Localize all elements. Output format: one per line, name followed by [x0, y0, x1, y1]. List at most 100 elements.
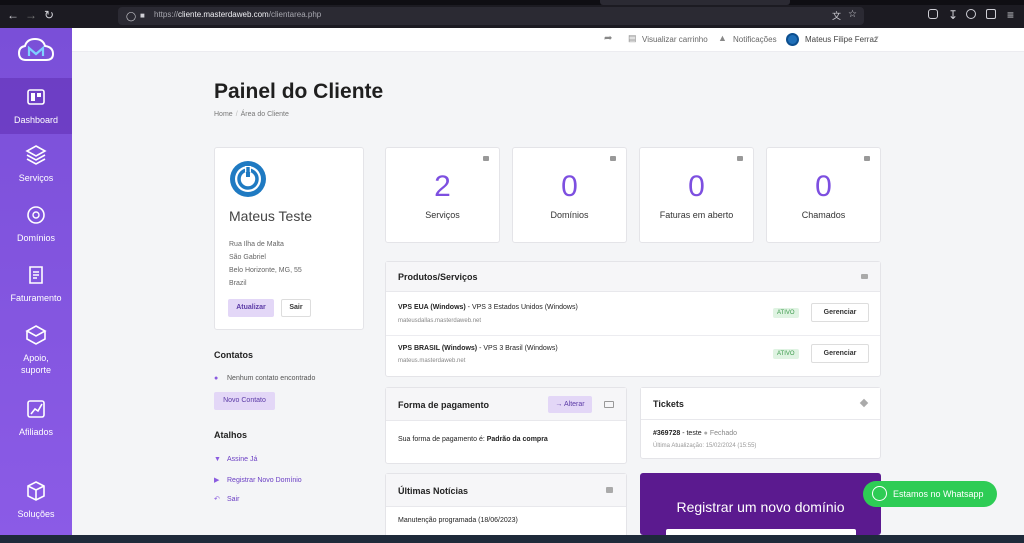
whatsapp-label: Estamos no Whatsapp — [893, 489, 984, 499]
menu-icon[interactable]: ≡ — [1007, 9, 1014, 21]
new-contact-button[interactable]: Novo Contato — [214, 392, 275, 410]
shortcut-logout[interactable]: ↶ Sair — [214, 495, 239, 503]
sidebar-item-label: Dashboard — [13, 115, 59, 125]
stat-domains[interactable]: 0 Domínios — [512, 147, 627, 243]
dashboard-icon — [27, 89, 45, 105]
address-line: Rua Ilha de Malta — [229, 241, 284, 248]
invoice-icon — [29, 266, 43, 284]
sidebar-item-solucoes[interactable]: Soluções — [0, 480, 72, 530]
reload-icon[interactable]: ↻ — [44, 9, 54, 21]
sidebar-item-dominios[interactable]: Domínios — [0, 204, 72, 254]
payment-method-text: Sua forma de pagamento é: Padrão da comp… — [398, 436, 548, 443]
user-menu[interactable]: Mateus Filipe Ferraz — [805, 35, 878, 44]
box-icon — [25, 145, 47, 165]
divider — [386, 335, 880, 336]
url-text[interactable]: https://cliente.masterdaweb.com/clientar… — [154, 10, 321, 19]
browser-chrome: ← → ↻ ◯ ■ https://cliente.masterdaweb.co… — [0, 0, 1024, 28]
bell-icon: ▲ — [718, 33, 727, 43]
stat-label: Serviços — [425, 210, 460, 220]
service-domain: mateusdallas.masterdaweb.net — [398, 318, 482, 324]
status-badge: ATIVO — [773, 349, 799, 359]
cart-icon: ▤ — [628, 33, 637, 43]
forward-icon[interactable]: → — [25, 9, 37, 21]
payment-text: Sua forma de pagamento é: — [398, 436, 487, 443]
logout-button[interactable]: Sair — [281, 299, 311, 317]
back-arrow-icon: ↶ — [214, 496, 220, 503]
sidebar-item-servicos[interactable]: Serviços — [0, 144, 72, 194]
sidebar-item-apoio-suporte[interactable]: Apoio, suporte — [0, 324, 72, 384]
extensions-icon[interactable] — [986, 9, 996, 19]
share-icon[interactable]: ➦ — [604, 33, 612, 44]
shortcut-label: Assine Já — [227, 456, 258, 463]
products-card: Produtos/Serviços VPS EUA (Windows) - VP… — [385, 261, 881, 377]
tag-icon — [859, 398, 869, 408]
notifications-link[interactable]: Notificações — [733, 35, 777, 44]
service-title: VPS EUA (Windows) - VPS 3 Estados Unidos… — [398, 304, 578, 311]
update-button[interactable]: Atualizar — [228, 299, 274, 317]
translate-icon[interactable]: 文 — [832, 10, 841, 22]
shortcut-assine-ja[interactable]: ▼ Assine Já — [214, 456, 257, 463]
profile-card: Mateus Teste Rua Ilha de Malta São Gabri… — [214, 147, 364, 330]
browser-tab[interactable] — [600, 0, 790, 5]
sidebar-item-label: Faturamento — [10, 293, 62, 303]
view-cart-link[interactable]: Visualizar carrinho — [642, 35, 708, 44]
pocket-icon[interactable] — [928, 9, 938, 19]
domains-icon — [610, 156, 616, 161]
profile-name: Mateus Teste — [229, 208, 313, 224]
bookmark-star-icon[interactable]: ☆ — [848, 9, 857, 21]
user-icon: ● — [214, 375, 219, 382]
sidebar-item-dashboard[interactable]: Dashboard — [0, 78, 72, 134]
page-title: Painel do Cliente — [214, 80, 384, 103]
manage-button[interactable]: Gerenciar — [811, 344, 869, 363]
services-icon — [483, 156, 489, 161]
shield-icon[interactable]: ◯ — [126, 10, 136, 22]
comment-icon — [606, 487, 613, 493]
download-icon[interactable]: ↧ — [948, 9, 958, 21]
stat-value: 0 — [688, 170, 705, 203]
breadcrumb: Home / Área do Cliente — [214, 111, 289, 118]
chevron-down-icon[interactable]: ▾ — [875, 34, 879, 42]
shortcut-label: Sair — [227, 496, 240, 503]
address-line: Brazil — [229, 280, 247, 287]
account-icon[interactable] — [966, 9, 976, 19]
sidebar-item-faturamento[interactable]: Faturamento — [0, 264, 72, 314]
shortcut-register-domain[interactable]: ▶ Registrar Novo Domínio — [214, 476, 302, 484]
news-card: Últimas Notícias Manutenção programada (… — [385, 473, 627, 538]
stat-services[interactable]: 2 Serviços — [385, 147, 500, 243]
change-payment-button[interactable]: → Alterar — [548, 396, 592, 413]
ticket-updated: Última Atualização: 15/02/2024 (15:55) — [653, 443, 757, 449]
news-title: Últimas Notícias — [398, 486, 469, 496]
os-taskbar — [0, 535, 1024, 543]
invoice-icon — [737, 156, 743, 161]
sidebar-item-label: Apoio, suporte — [20, 353, 52, 375]
ticket-line[interactable]: #369728 - teste ● Fechado — [653, 430, 737, 437]
stat-value: 0 — [815, 170, 832, 203]
tickets-card: Tickets #369728 - teste ● Fechado Última… — [640, 387, 881, 459]
shortcut-label: Registrar Novo Domínio — [227, 477, 302, 484]
stat-label: Chamados — [801, 210, 846, 220]
top-bar: ➦ ▤ Visualizar carrinho ▲ Notificações M… — [72, 28, 1024, 52]
payment-card: Forma de pagamento → Alterar Sua forma d… — [385, 387, 627, 464]
user-avatar[interactable] — [786, 33, 799, 46]
stat-invoices[interactable]: 0 Faturas em aberto — [639, 147, 754, 243]
news-item[interactable]: Manutenção programada (18/06/2023) — [398, 517, 518, 524]
sidebar-item-label: Soluções — [17, 509, 55, 519]
lock-icon[interactable]: ■ — [140, 10, 145, 22]
solutions-icon — [27, 481, 45, 501]
no-contacts-text: ● Nenhum contato encontrado — [214, 375, 315, 382]
address-line: Belo Horizonte, MG, 55 — [229, 267, 302, 274]
stat-tickets[interactable]: 0 Chamados — [766, 147, 881, 243]
manage-button[interactable]: Gerenciar — [811, 303, 869, 322]
globe-icon — [27, 206, 45, 224]
back-icon[interactable]: ← — [7, 9, 19, 21]
service-desc: - VPS 3 Estados Unidos (Windows) — [465, 304, 578, 311]
news-header: Últimas Notícias — [386, 474, 626, 507]
tickets-title: Tickets — [653, 399, 684, 409]
tickets-header: Tickets — [641, 388, 880, 420]
sidebar-item-afiliados[interactable]: Afiliados — [0, 398, 72, 448]
whatsapp-button[interactable]: Estamos no Whatsapp — [863, 481, 997, 507]
masterdaweb-logo-icon[interactable] — [18, 38, 54, 64]
stat-label: Domínios — [550, 210, 589, 220]
stat-value: 0 — [561, 170, 578, 203]
breadcrumb-home[interactable]: Home — [214, 111, 233, 118]
